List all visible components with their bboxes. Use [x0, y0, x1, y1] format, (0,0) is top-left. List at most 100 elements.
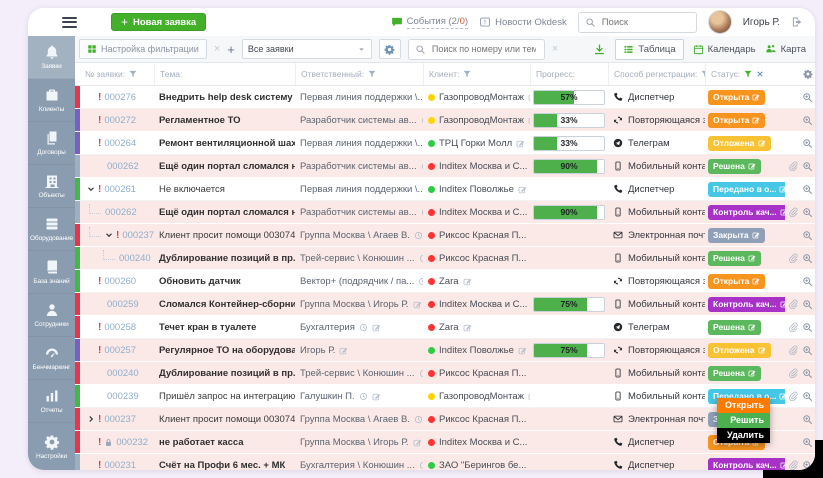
view-calendar-button[interactable]: Календарь [693, 44, 756, 55]
ticket-number-link[interactable]: 000237 [104, 414, 136, 425]
events-link[interactable]: События (2/0) [391, 16, 468, 29]
pencil-icon[interactable] [413, 300, 422, 309]
pencil-icon[interactable] [372, 392, 381, 401]
pencil-icon[interactable] [752, 277, 760, 285]
ticket-number-link[interactable]: 000272 [104, 115, 136, 126]
ticket-row[interactable]: !000237Клиент просит помощи 003074...Гру… [75, 224, 815, 247]
ticket-number-link[interactable]: 000240 [119, 253, 151, 264]
ticket-row[interactable]: !000231Счёт на Профи 6 мес. + МКБухгалте… [75, 454, 815, 470]
sidebar-item-knowledge-base[interactable]: База знаний [28, 251, 75, 294]
ticket-row[interactable]: !000258Течет кран в туалетеБухгалтерияZa… [75, 316, 815, 339]
ticket-number-link[interactable]: 000262 [105, 207, 137, 218]
zoomplus-icon[interactable] [802, 322, 813, 333]
zoomplus-icon[interactable] [802, 345, 813, 356]
status-badge[interactable]: Отложена [708, 343, 771, 358]
logout-icon[interactable] [791, 16, 803, 28]
ticket-number-link[interactable]: 000231 [104, 460, 136, 471]
pencil-icon[interactable] [516, 139, 525, 148]
sidebar-item-equipment[interactable]: Оборудование [28, 208, 75, 251]
pencil-icon[interactable] [518, 346, 527, 355]
zoomplus-icon[interactable] [802, 161, 813, 172]
chevdown-icon[interactable] [87, 185, 95, 193]
gear-icon[interactable] [803, 69, 813, 79]
status-badge[interactable]: Отложена [708, 136, 771, 151]
ticket-number-link[interactable]: 000264 [104, 138, 136, 149]
ticket-row[interactable]: !000264Ремонт вентиляционной шах...Перва… [75, 132, 815, 155]
ticket-row[interactable]: !000276Внедрить help desk системуПервая … [75, 86, 815, 109]
ticket-row[interactable]: 000239Пришёл запрос на интеграцию ...Гал… [75, 385, 815, 408]
zoomplus-icon[interactable] [802, 207, 813, 218]
pencil-icon[interactable] [752, 93, 760, 101]
status-badge[interactable]: Открыта [708, 274, 765, 289]
new-ticket-button[interactable]: Новая заявка [111, 13, 206, 31]
filter-settings-button[interactable]: Настройка фильтрации [79, 39, 207, 59]
status-badge[interactable]: Контроль кач... [708, 297, 785, 312]
filter-funnel-icon[interactable] [368, 70, 376, 78]
context-menu-item-resolve[interactable]: Решить [717, 413, 770, 428]
filter-funnel-icon[interactable] [129, 70, 137, 78]
clear-filter-icon[interactable] [214, 43, 220, 55]
zoomplus-icon[interactable] [802, 276, 813, 287]
pencil-icon[interactable] [748, 323, 756, 331]
status-badge[interactable]: Решена [708, 366, 761, 381]
filter-gear-button[interactable] [379, 39, 401, 59]
zoomplus-icon[interactable] [802, 437, 813, 448]
pencil-icon[interactable] [758, 346, 766, 354]
pencil-icon[interactable] [758, 139, 766, 147]
pencil-icon[interactable] [748, 369, 756, 377]
pencil-icon[interactable] [372, 323, 381, 332]
ticket-number-link[interactable]: 000232 [116, 437, 148, 448]
pencil-icon[interactable] [339, 346, 348, 355]
user-name[interactable]: Игорь Р. [743, 17, 780, 28]
status-badge[interactable]: Открыта [708, 113, 765, 128]
pencil-icon[interactable] [748, 254, 756, 262]
ticket-row[interactable]: !000232не работает кассаГруппа Москва \ … [75, 431, 815, 454]
sidebar-item-reports[interactable]: Отчеты [28, 380, 75, 423]
ticket-number-link[interactable]: 000239 [107, 391, 139, 402]
ticket-search-input[interactable] [430, 43, 538, 55]
ticket-number-link[interactable]: 000237 [122, 230, 154, 241]
ticket-row[interactable]: 000240Дублирование позиций в пр...Трей-с… [75, 247, 815, 270]
zoomplus-icon[interactable] [802, 299, 813, 310]
global-search-input[interactable] [600, 16, 690, 29]
status-badge[interactable]: Контроль кач... [708, 458, 785, 471]
ticket-row[interactable]: 000240Дублирование позиций в пр...Трей-с… [75, 362, 815, 385]
sidebar-item-benchmarking[interactable]: Бенчмаркинг [28, 337, 75, 380]
zoomplus-icon[interactable] [802, 414, 813, 425]
sidebar-item-contracts[interactable]: Договоры [28, 122, 75, 165]
clear-search-icon[interactable] [552, 43, 558, 55]
view-table-button[interactable]: Таблица [615, 39, 683, 60]
pencil-icon[interactable] [463, 323, 472, 332]
pencil-icon[interactable] [518, 185, 527, 194]
zoomplus-icon[interactable] [802, 391, 813, 402]
status-badge[interactable]: Решена [708, 251, 761, 266]
view-map-button[interactable]: Карта [765, 43, 806, 55]
chevdown-icon[interactable] [105, 231, 113, 239]
add-filter-icon[interactable] [227, 42, 235, 57]
active-filter-funnel-icon[interactable] [744, 70, 752, 78]
zoomplus-icon[interactable] [802, 115, 813, 126]
sidebar-item-clients[interactable]: Клиенты [28, 79, 75, 122]
ticket-row[interactable]: 000259Сломался Контейнер-сборни...Группа… [75, 293, 815, 316]
status-badge[interactable]: Передано в о... [708, 182, 785, 197]
menu-hamburger-icon[interactable] [62, 17, 77, 28]
news-link[interactable]: Новости Okdesk [479, 16, 567, 28]
status-badge[interactable]: Закрыта [708, 228, 765, 243]
pencil-icon[interactable] [748, 162, 756, 170]
zoomplus-icon[interactable] [802, 184, 813, 195]
clear-status-filter-icon[interactable] [756, 70, 764, 78]
ticket-number-link[interactable]: 000261 [104, 184, 136, 195]
ticket-number-link[interactable]: 000262 [107, 161, 139, 172]
ticket-number-link[interactable]: 000260 [104, 276, 136, 287]
avatar[interactable] [708, 10, 732, 34]
ticket-number-link[interactable]: 000240 [107, 368, 139, 379]
ticket-number-link[interactable]: 000276 [104, 92, 136, 103]
ticket-row[interactable]: !000260Обновить датчикВектор+ (подрядчик… [75, 270, 815, 293]
ticket-row[interactable]: !000237Клиент просит помощи 003074...Гру… [75, 408, 815, 431]
zoomplus-icon[interactable] [802, 368, 813, 379]
sidebar-item-settings[interactable]: Настройки [28, 424, 75, 470]
sidebar-item-tickets[interactable]: Заявки [28, 36, 75, 79]
context-menu-item-open[interactable]: Открыть [717, 398, 770, 413]
ticket-number-link[interactable]: 000258 [104, 322, 136, 333]
ticket-row[interactable]: !000272Регламентное ТОРазработчик систем… [75, 109, 815, 132]
